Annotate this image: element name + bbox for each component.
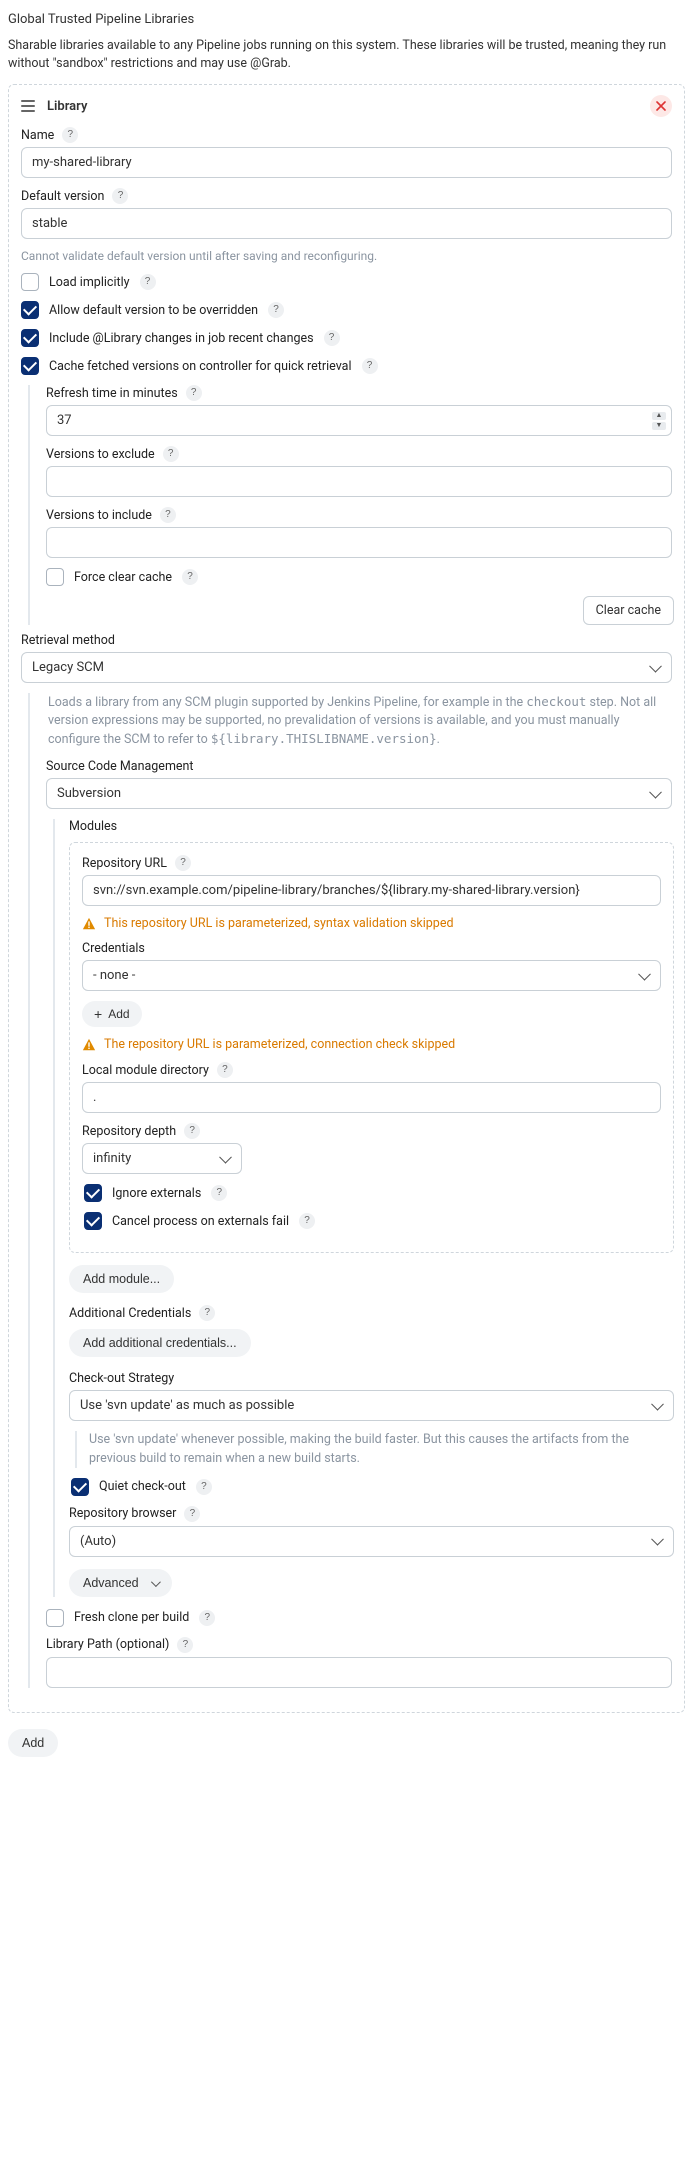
help-icon[interactable]: ? (199, 1305, 215, 1321)
number-spinner: ▲ ▼ (652, 412, 666, 430)
default-version-label: Default version (21, 189, 104, 204)
cache-versions-checkbox[interactable] (21, 357, 39, 375)
remove-library-button[interactable] (650, 95, 672, 117)
ignore-externals-label: Ignore externals (112, 1186, 201, 1201)
checkout-desc: Use 'svn update' whenever possible, maki… (89, 1431, 674, 1467)
local-dir-label: Local module directory (82, 1063, 209, 1078)
spin-down-button[interactable]: ▼ (652, 422, 666, 430)
library-path-input[interactable] (46, 1657, 672, 1688)
help-icon[interactable]: ? (62, 127, 78, 143)
repo-browser-select[interactable]: (Auto) (69, 1526, 674, 1557)
module-panel: Repository URL ? This repository URL is … (69, 842, 674, 1253)
quiet-checkout-checkbox[interactable] (71, 1478, 89, 1496)
name-input[interactable] (21, 147, 672, 178)
help-icon[interactable]: ? (217, 1062, 233, 1078)
checkout-select[interactable]: Use 'svn update' as much as possible (69, 1390, 674, 1421)
repo-url-label: Repository URL (82, 856, 167, 871)
cancel-on-fail-label: Cancel process on externals fail (112, 1214, 289, 1229)
retrieval-label: Retrieval method (21, 633, 115, 648)
force-clear-checkbox[interactable] (46, 568, 64, 586)
help-icon[interactable]: ? (211, 1185, 227, 1201)
help-icon[interactable]: ? (324, 330, 340, 346)
retrieval-block: Loads a library from any SCM plugin supp… (28, 693, 674, 1688)
help-icon[interactable]: ? (112, 188, 128, 204)
add-additional-credentials-button[interactable]: Add additional credentials... (69, 1329, 251, 1357)
help-icon[interactable]: ? (160, 507, 176, 523)
library-panel: Library Name ? Default version ? Cannot … (8, 84, 685, 1713)
refresh-label: Refresh time in minutes (46, 386, 178, 401)
repo-url-warning: This repository URL is parameterized, sy… (82, 916, 661, 931)
help-icon[interactable]: ? (184, 1506, 200, 1522)
advanced-button[interactable]: Advanced (69, 1569, 172, 1597)
name-label: Name (21, 128, 54, 143)
include-label: Versions to include (46, 508, 152, 523)
load-implicitly-label: Load implicitly (49, 275, 130, 290)
library-header: Library (47, 99, 650, 114)
include-changes-label: Include @Library changes in job recent c… (49, 331, 314, 346)
cache-versions-label: Cache fetched versions on controller for… (49, 359, 352, 374)
refresh-input[interactable] (46, 405, 672, 436)
repo-browser-label: Repository browser (69, 1506, 176, 1521)
modules-label: Modules (69, 819, 117, 834)
library-path-label: Library Path (optional) (46, 1637, 169, 1652)
scm-select[interactable]: Subversion (46, 778, 672, 809)
quiet-checkout-label: Quiet check-out (99, 1479, 186, 1494)
allow-override-checkbox[interactable] (21, 301, 39, 319)
include-input[interactable] (46, 527, 672, 558)
help-icon[interactable]: ? (299, 1213, 315, 1229)
retrieval-desc: Loads a library from any SCM plugin supp… (48, 693, 670, 749)
credentials-select[interactable]: - none - (82, 960, 661, 991)
help-icon[interactable]: ? (362, 358, 378, 374)
fresh-clone-label: Fresh clone per build (74, 1610, 189, 1625)
help-icon[interactable]: ? (184, 1123, 200, 1139)
plus-icon: + (94, 1007, 102, 1021)
help-icon[interactable]: ? (268, 302, 284, 318)
default-version-hint: Cannot validate default version until af… (21, 249, 672, 263)
default-version-input[interactable] (21, 208, 672, 239)
help-icon[interactable]: ? (163, 446, 179, 462)
allow-override-label: Allow default version to be overridden (49, 303, 258, 318)
credentials-label: Credentials (82, 941, 145, 956)
page-title: Global Trusted Pipeline Libraries (8, 12, 685, 27)
warning-icon (82, 917, 96, 931)
help-icon[interactable]: ? (196, 1479, 212, 1495)
depth-label: Repository depth (82, 1124, 176, 1139)
help-icon[interactable]: ? (186, 385, 202, 401)
scm-block: Modules Repository URL ? This repository… (53, 819, 674, 1596)
repo-url-input[interactable] (82, 875, 661, 906)
add-library-button[interactable]: Add (8, 1729, 58, 1757)
add-credentials-button[interactable]: + Add (82, 1001, 142, 1027)
fresh-clone-checkbox[interactable] (46, 1609, 64, 1627)
include-changes-checkbox[interactable] (21, 329, 39, 347)
checkout-label: Check-out Strategy (69, 1371, 174, 1386)
cache-settings-block: Refresh time in minutes ? ▲ ▼ Versions t… (28, 385, 674, 625)
add-module-button[interactable]: Add module... (69, 1265, 174, 1293)
connection-warning: The repository URL is parameterized, con… (82, 1037, 661, 1052)
close-icon (656, 101, 666, 111)
ignore-externals-checkbox[interactable] (84, 1184, 102, 1202)
spin-up-button[interactable]: ▲ (652, 412, 666, 420)
exclude-input[interactable] (46, 466, 672, 497)
warning-icon (82, 1038, 96, 1052)
local-dir-input[interactable] (82, 1082, 661, 1113)
scm-label: Source Code Management (46, 759, 194, 774)
help-icon[interactable]: ? (182, 569, 198, 585)
additional-cred-label: Additional Credentials (69, 1306, 191, 1321)
exclude-label: Versions to exclude (46, 447, 155, 462)
help-icon[interactable]: ? (199, 1610, 215, 1626)
force-clear-label: Force clear cache (74, 570, 172, 585)
page-description: Sharable libraries available to any Pipe… (8, 37, 685, 72)
clear-cache-button[interactable]: Clear cache (583, 596, 674, 625)
cancel-on-fail-checkbox[interactable] (84, 1212, 102, 1230)
drag-handle-icon[interactable] (21, 100, 39, 112)
retrieval-select[interactable]: Legacy SCM (21, 652, 672, 683)
help-icon[interactable]: ? (140, 274, 156, 290)
load-implicitly-checkbox[interactable] (21, 273, 39, 291)
chevron-down-icon (145, 1576, 158, 1590)
help-icon[interactable]: ? (175, 855, 191, 871)
help-icon[interactable]: ? (177, 1637, 193, 1653)
depth-select[interactable]: infinity (82, 1143, 242, 1174)
